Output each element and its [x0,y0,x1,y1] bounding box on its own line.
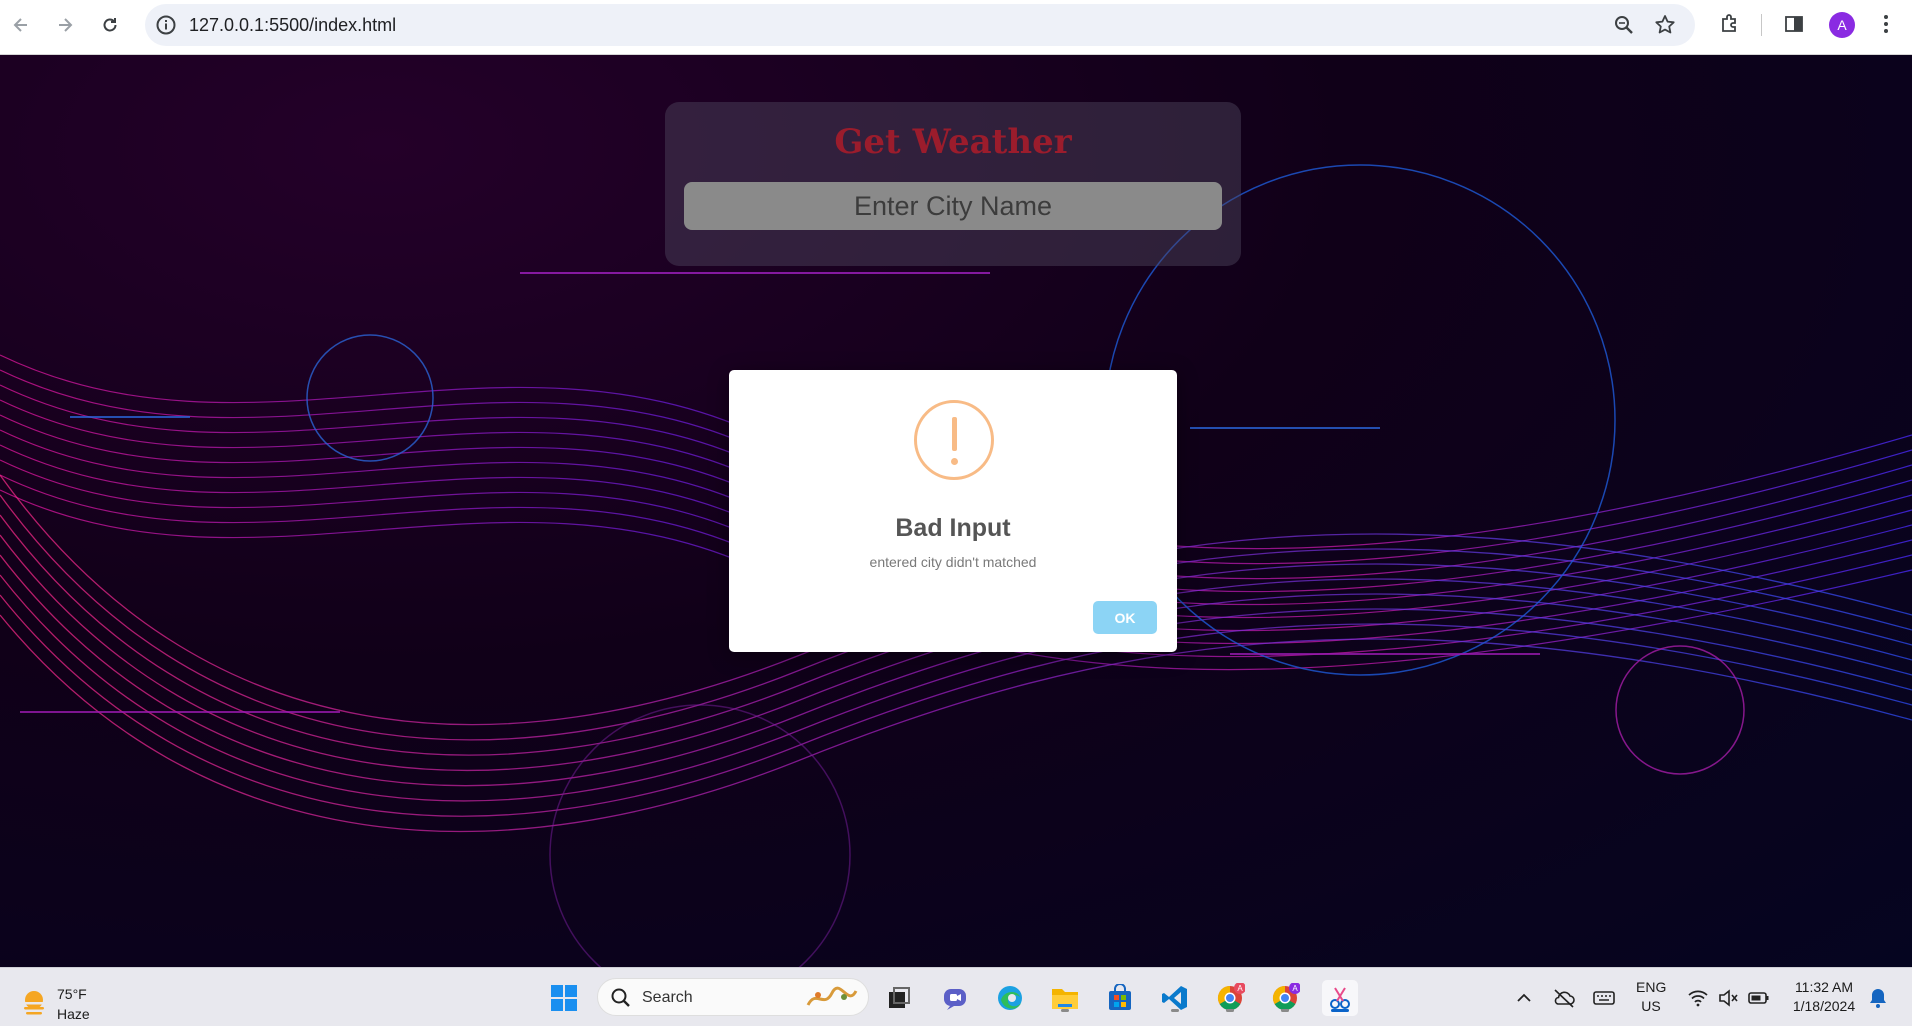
snipping-tool-icon[interactable] [1322,980,1358,1016]
site-info-icon[interactable] [155,14,177,41]
clock[interactable]: 11:32 AM 1/18/2024 [1784,978,1864,1016]
weather-condition: Haze [57,1006,90,1022]
keyboard-icon[interactable] [1586,980,1622,1016]
running-indicator [1226,1009,1234,1012]
forward-icon[interactable] [50,10,80,40]
zoom-icon[interactable] [1613,14,1635,41]
start-icon[interactable] [546,980,582,1016]
search-highlight-icon [804,983,860,1018]
warning-icon [914,400,994,480]
warning-icon-dot [951,458,958,465]
vscode-icon[interactable] [1157,980,1193,1016]
address-bar[interactable]: 127.0.0.1:5500/index.html [145,4,1695,46]
menu-icon[interactable] [1874,12,1898,41]
language-code: ENG [1636,979,1667,995]
taskbar: 75°F Haze Search A A ENG US 11:32 AM 1/1… [0,967,1912,1026]
task-view-icon[interactable] [881,980,917,1016]
modal-message: entered city didn't matched [869,554,1037,570]
alert-modal: Bad Input entered city didn't matched OK [729,370,1177,652]
clock-date: 1/18/2024 [1792,998,1856,1014]
edge-icon[interactable] [992,980,1028,1016]
page-viewport: Get Weather Bad Input entered city didn'… [0,55,1912,967]
search-icon [610,987,632,1014]
store-icon[interactable] [1102,980,1138,1016]
back-icon[interactable] [6,10,36,40]
clock-time: 11:32 AM [1794,979,1854,995]
haze-sun-icon [22,991,46,1015]
city-input[interactable] [684,182,1222,230]
chevron-up-icon[interactable] [1506,980,1542,1016]
running-indicator [1281,1009,1289,1012]
onedrive-offline-icon[interactable] [1546,980,1582,1016]
chrome-icon[interactable]: A [1212,980,1248,1016]
reload-icon[interactable] [95,10,125,40]
taskbar-search[interactable]: Search [597,978,869,1016]
profile-avatar[interactable]: A [1829,12,1855,38]
search-label: Search [642,989,693,1006]
file-explorer-icon[interactable] [1047,980,1083,1016]
chrome-profile-icon[interactable]: A [1267,980,1303,1016]
toolbar-divider [1761,14,1762,36]
battery-icon[interactable] [1741,980,1777,1016]
bookmark-star-icon[interactable] [1653,13,1677,42]
weather-temperature: 75°F [57,986,87,1002]
side-panel-icon[interactable] [1782,12,1806,41]
active-indicator [1331,1009,1349,1012]
svg-text:A: A [1237,984,1243,993]
browser-toolbar: 127.0.0.1:5500/index.html A [0,0,1912,55]
extensions-icon[interactable] [1718,12,1742,41]
modal-title: Bad Input [895,514,1011,542]
url-text[interactable]: 127.0.0.1:5500/index.html [189,15,396,36]
language-indicator[interactable]: ENG US [1636,978,1666,1016]
page-title: Get Weather [834,122,1072,162]
running-indicator [1061,1009,1069,1012]
svg-text:A: A [1292,984,1298,993]
ok-button[interactable]: OK [1093,601,1157,634]
warning-icon-bar [952,417,957,451]
teams-icon[interactable] [937,980,973,1016]
region-code: US [1641,998,1661,1014]
notification-bell-icon[interactable] [1860,980,1896,1016]
running-indicator [1171,1009,1179,1012]
weather-card: Get Weather [665,102,1241,266]
